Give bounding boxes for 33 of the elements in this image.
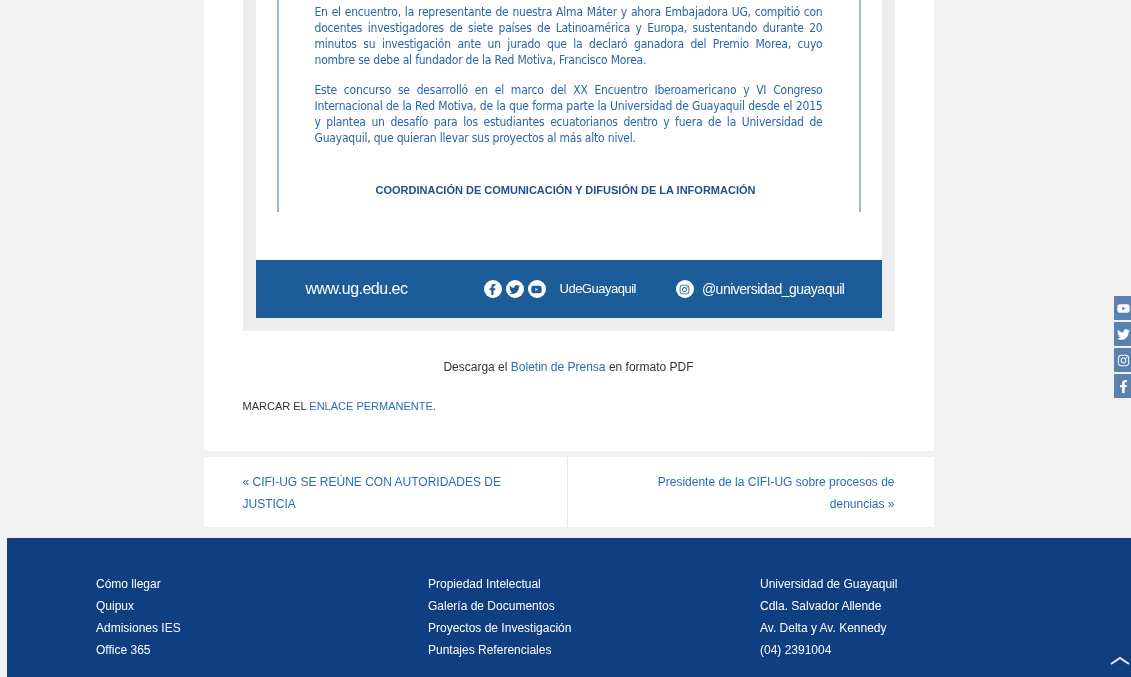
bird-icon <box>505 280 524 298</box>
facebook-icon <box>483 280 502 298</box>
share-youtube-icon[interactable] <box>1114 296 1131 320</box>
footer-link[interactable]: Puntajes Referenciales <box>428 639 760 661</box>
footer-link[interactable]: Cómo llegar <box>96 573 428 595</box>
share-facebook-icon[interactable] <box>1114 374 1131 398</box>
footer-link[interactable]: Quipux <box>96 595 428 617</box>
footer-link[interactable]: Cdla. Salvador Allende <box>760 595 1131 617</box>
footer-link[interactable]: Av. Delta y Av. Kennedy <box>760 617 1131 639</box>
footer-link[interactable]: Office 365 <box>96 639 428 661</box>
footer-link[interactable]: Propiedad Intelectual <box>428 573 760 595</box>
camera-icon <box>675 280 694 298</box>
bulletin-link[interactable]: Boletin de Prensa <box>510 360 606 374</box>
signature-text: COORDINACIÓN DE COMUNICACIÓN Y DIFUSIÓN DE LA INFORMACIÓN <box>374 183 757 198</box>
footer-link[interactable]: Universidad de Guayaquil <box>760 573 1131 595</box>
download-text: Descarga el Boletin de Prensa en formato PDF <box>442 359 695 376</box>
footer-link[interactable]: Admisiones IES <box>96 617 428 639</box>
bulletin-paragraph: Este concurso se desarrolló en el marco del XX Encuentro Iberoamericano y VI Congreso Internacional de la Red Motiva, de la que forma parte la Universidad de Guayaquil desde el 2015 y plantea un desafío para los estudiantes ecuatorianos dentro y fuera de la Universidad de Guayaquil, que quieran llevar sus proyectos al más alto nivel. <box>314 82 823 146</box>
next-post-link[interactable]: Presidente de la CIFI-UG sobre procesos de denuncias » <box>567 456 934 527</box>
permalink-link[interactable]: ENLACE PERMANENTE <box>309 400 433 412</box>
instagram-handle-text: @universidad_guayaquil <box>701 279 845 299</box>
bulletin-paragraph: En el encuentro, la representante de nuestra Alma Máter y ahora Embajadora UG, compitió con docentes investigadores de siete países de Latinoamérica y Europa, sustentando durante 20 minutos su investigación ante un jurado que la declaró ganadora del Premio Morea, cuyo nombre se debe al fundador de la Red Motiva, Francisco Morea. <box>314 4 823 68</box>
footer-link[interactable]: (04) 2391004 <box>760 639 1131 661</box>
previous-post-link[interactable]: « CIFI-UG SE REÚNE CON AUTORIDADES DE JUSTICIA <box>203 456 568 527</box>
website-text: www.ug.edu.ec <box>305 279 408 299</box>
footer-link[interactable]: Galería de Documentos <box>428 595 760 617</box>
footer-link[interactable]: Proyectos de Investigación <box>428 617 760 639</box>
social-handle-text: UdeGuayaquil <box>559 280 636 299</box>
permalink-text: MARCAR EL ENLACE PERMANENTE. <box>242 399 437 414</box>
share-bird-icon[interactable] <box>1114 322 1131 346</box>
scroll-up-icon[interactable] <box>1110 657 1130 665</box>
share-camera-icon[interactable] <box>1114 348 1131 372</box>
youtube-icon <box>527 280 546 298</box>
